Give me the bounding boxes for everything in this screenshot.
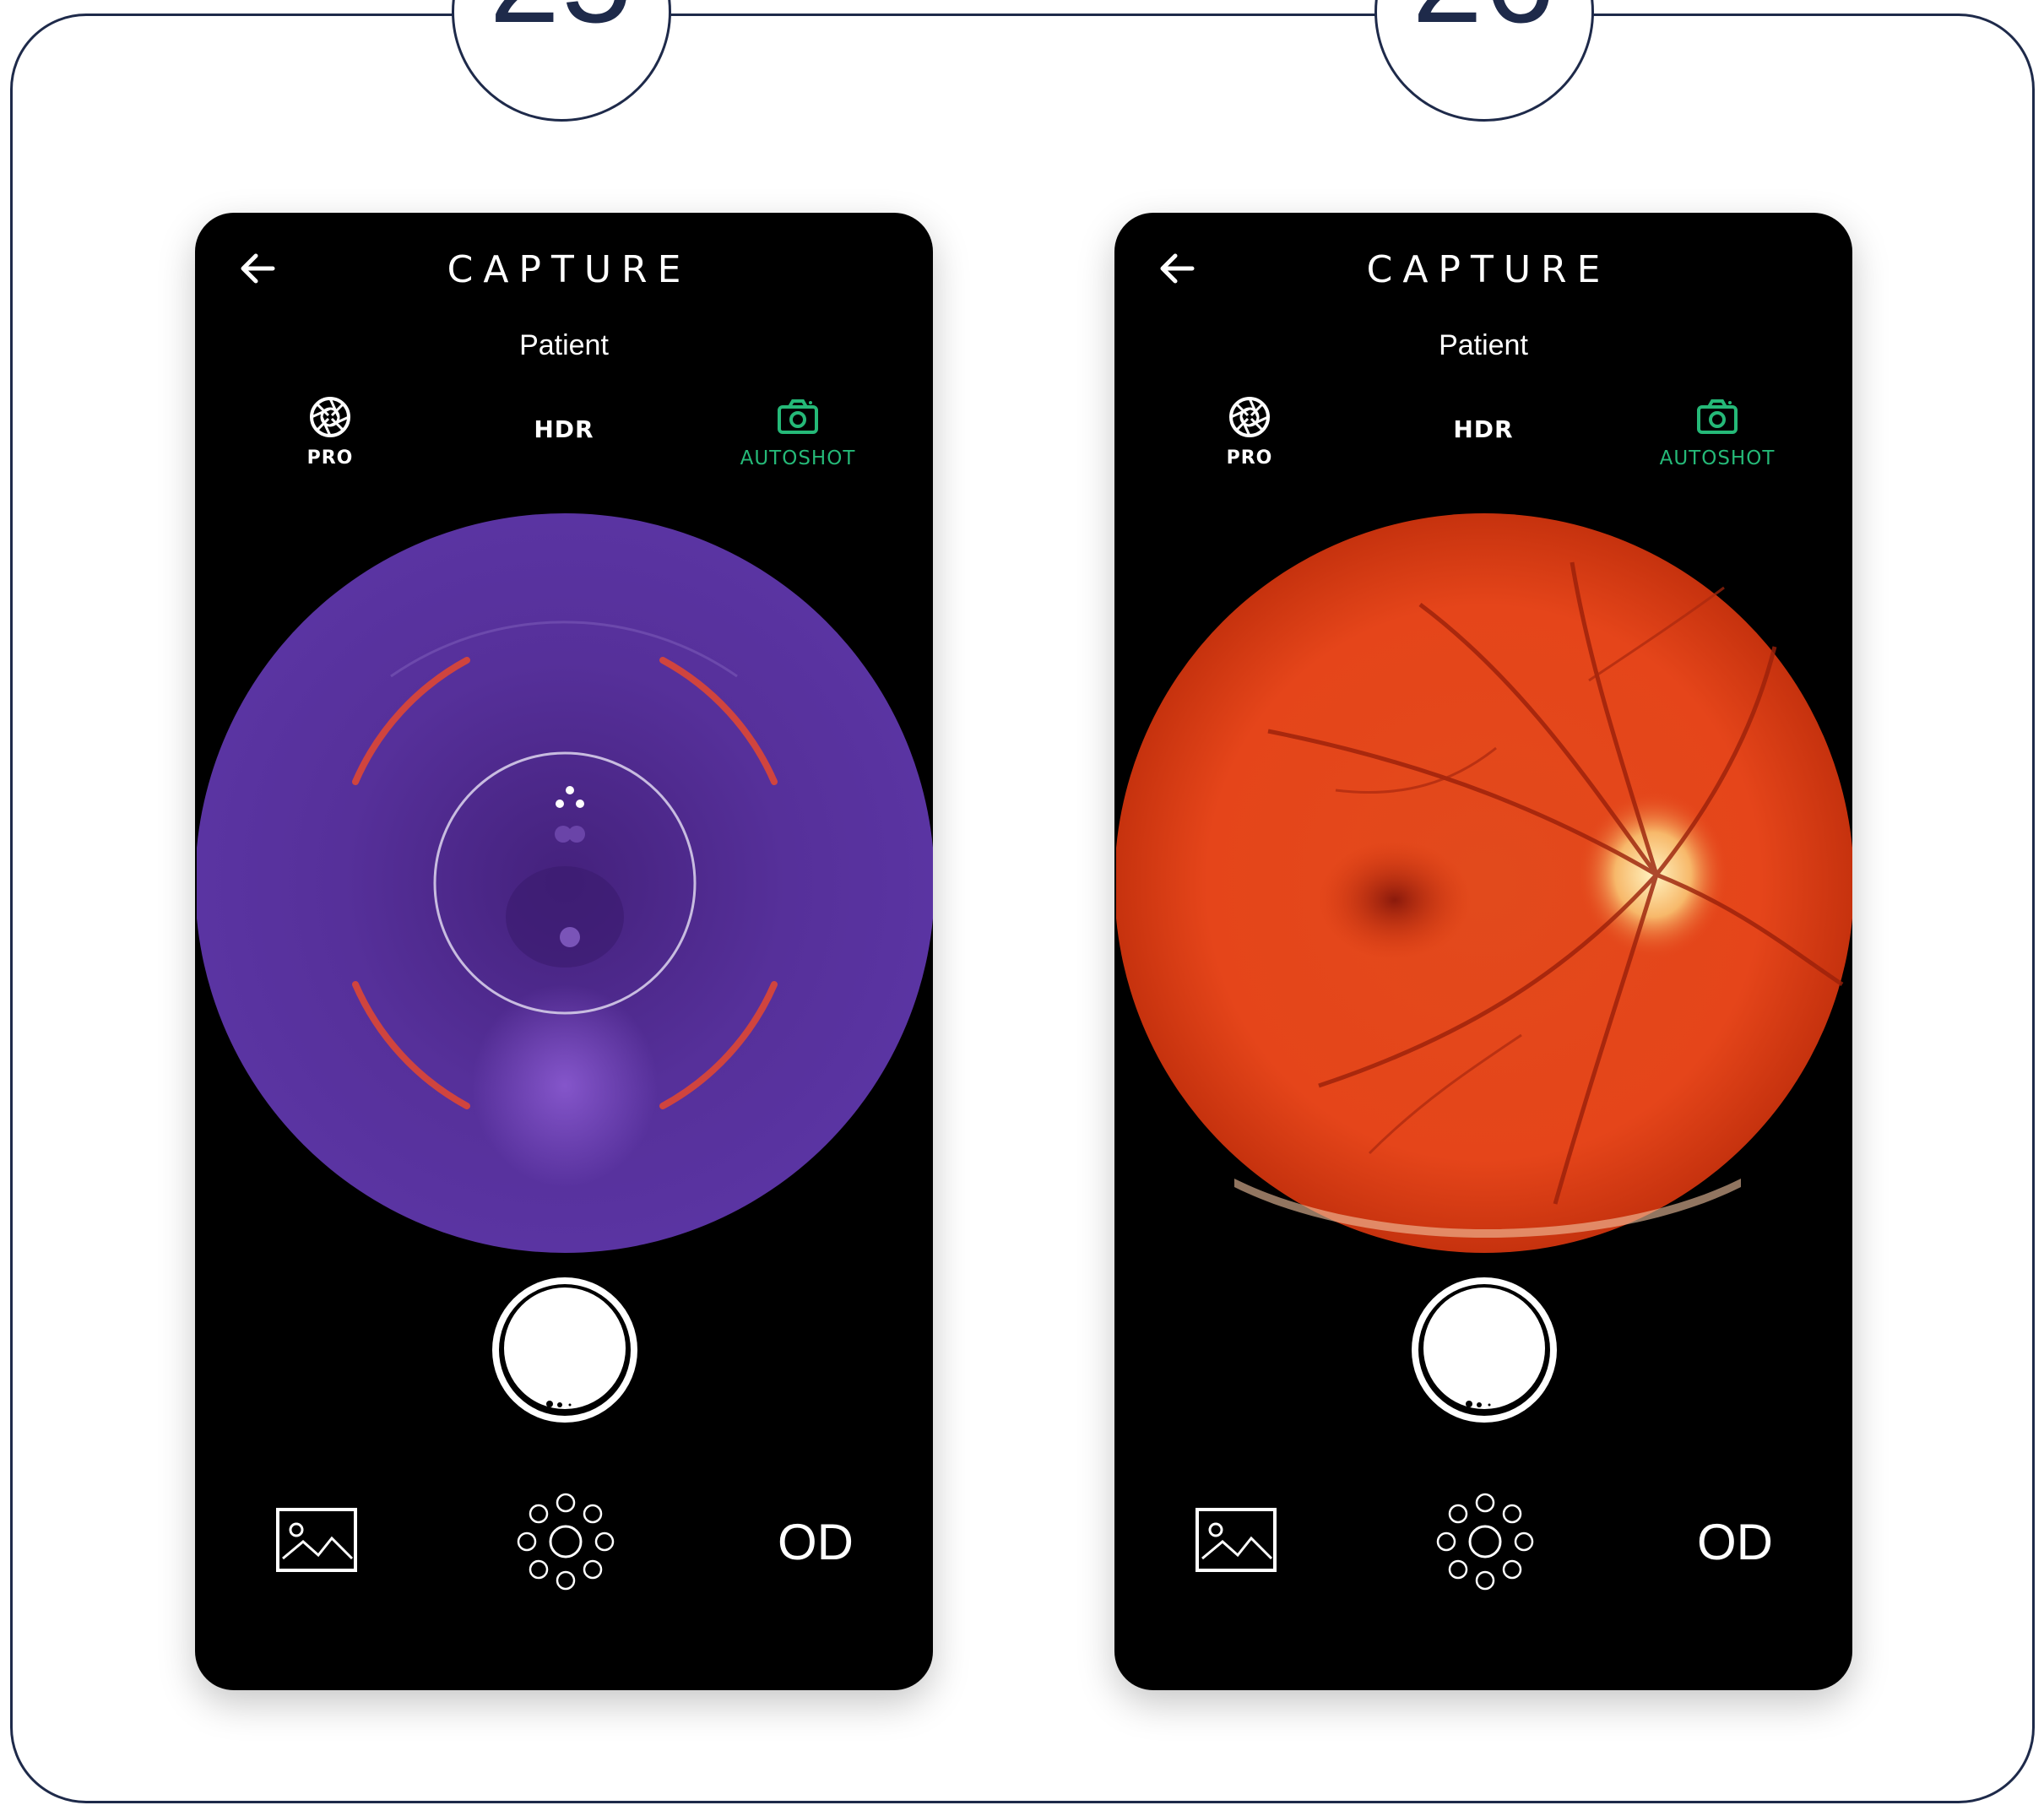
live-preview-view — [197, 513, 933, 1253]
led-ring-icon[interactable] — [515, 1491, 616, 1592]
page-title: CAPTURE — [1366, 248, 1611, 291]
pro-label: PRO — [306, 447, 354, 469]
aperture-icon — [310, 397, 350, 437]
led-ring-icon[interactable] — [1434, 1491, 1536, 1592]
aperture-icon — [1229, 397, 1270, 437]
patient-label: Patient — [519, 329, 609, 361]
autoshot-mode-button[interactable]: AUTOSHOT — [713, 393, 882, 469]
pro-mode-button[interactable]: PRO — [1165, 393, 1334, 469]
step-number: 26 — [1412, 0, 1557, 41]
autoshot-mode-button[interactable]: AUTOSHOT — [1633, 393, 1802, 469]
camera-icon — [1697, 399, 1738, 434]
pro-mode-button[interactable]: PRO — [246, 393, 415, 469]
eye-selector[interactable]: OD — [778, 1513, 854, 1571]
autoshot-label: AUTOSHOT — [740, 447, 856, 469]
fundus-image — [1116, 513, 1852, 1253]
phone-screen-live-preview: CAPTURE Patient PRO HDR AUTOSHOT OD — [195, 213, 933, 1690]
hdr-mode-button[interactable]: HDR — [1399, 393, 1568, 443]
step-number: 25 — [490, 0, 634, 41]
phone-screen-captured-fundus: CAPTURE Patient PRO HDR AUTOSHOT OD — [1114, 213, 1852, 1690]
shutter-button[interactable] — [489, 1274, 641, 1426]
image-gallery-icon[interactable] — [276, 1508, 357, 1572]
hdr-label: HDR — [1453, 415, 1514, 443]
hdr-label: HDR — [534, 415, 594, 443]
pro-label: PRO — [1226, 447, 1273, 469]
shutter-button[interactable] — [1408, 1274, 1560, 1426]
patient-label: Patient — [1439, 329, 1528, 361]
page-title: CAPTURE — [447, 248, 691, 291]
camera-icon — [778, 399, 818, 434]
eye-selector[interactable]: OD — [1697, 1513, 1773, 1571]
image-gallery-icon[interactable] — [1195, 1508, 1277, 1572]
hdr-mode-button[interactable]: HDR — [480, 393, 648, 443]
autoshot-label: AUTOSHOT — [1659, 447, 1776, 469]
